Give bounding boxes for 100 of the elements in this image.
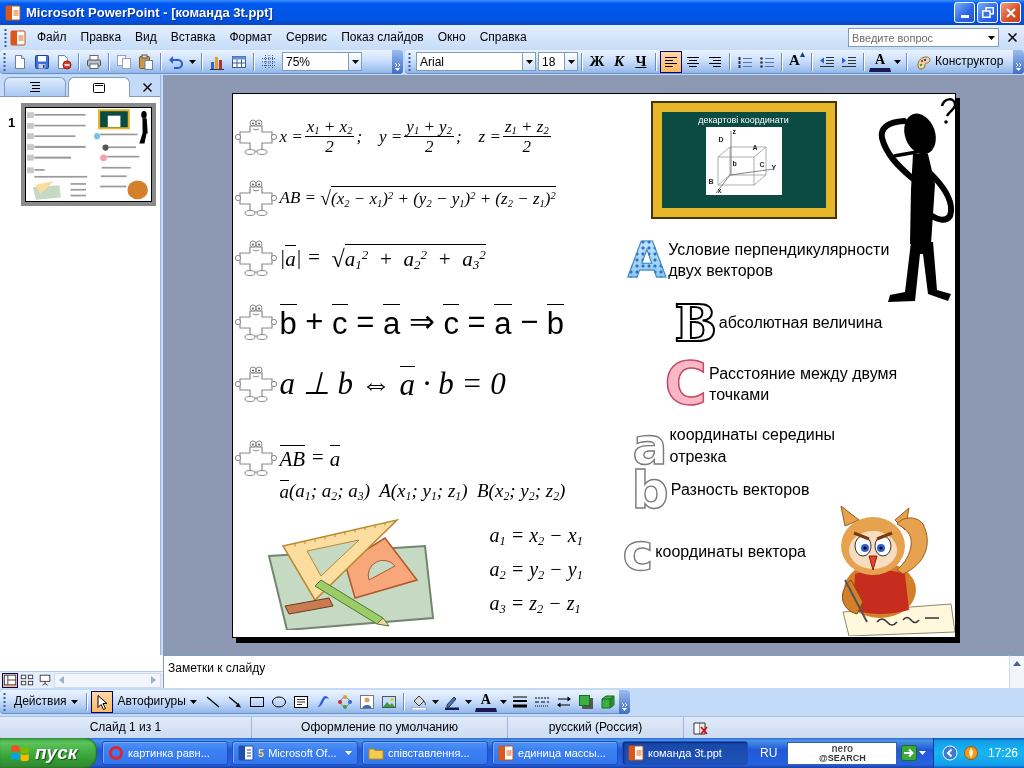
caret-icon <box>345 751 352 755</box>
draw-menu-button[interactable]: Действия <box>9 690 83 713</box>
language-indicator[interactable]: RU <box>748 745 788 761</box>
taskbar-button[interactable]: 5 Microsoft Of... <box>232 741 358 765</box>
minimize-button[interactable] <box>954 2 975 23</box>
topic-text: координаты середины отрезка <box>669 425 836 467</box>
menu-item[interactable]: Окно <box>430 27 473 48</box>
slide-number: 1 <box>8 115 16 132</box>
window-title: Microsoft PowerPoint - [команда 3t.ppt] <box>26 4 273 21</box>
underline-button[interactable]: Ч <box>630 50 652 73</box>
search-field[interactable]: nero @SEARCH <box>787 741 898 765</box>
go-button[interactable] <box>901 745 918 761</box>
formula: AB = a <box>279 445 341 470</box>
toolbar-options-button[interactable] <box>392 49 403 74</box>
font-color-button[interactable]: A <box>869 51 891 72</box>
projector-screen-icon <box>37 673 52 687</box>
font-color-button[interactable]: A <box>474 691 497 712</box>
restore-button[interactable] <box>977 2 998 23</box>
landscape-icon <box>380 693 397 710</box>
menu-item[interactable]: Формат <box>222 27 280 48</box>
toolbar-options-button[interactable] <box>1013 49 1024 74</box>
close-icon <box>143 83 152 92</box>
decorative-letter: c <box>622 529 654 575</box>
dropdown-button[interactable] <box>348 52 362 71</box>
outline-view-tab[interactable] <box>4 77 66 96</box>
caret-icon <box>499 699 507 704</box>
toolbar-options-button[interactable] <box>618 689 630 714</box>
caret-icon <box>894 59 901 64</box>
menu-item[interactable]: Показ слайдов <box>334 27 431 48</box>
topic-text: Условие перпендикулярности двух векторов <box>668 239 891 282</box>
dropdown-button[interactable] <box>564 52 578 71</box>
zoom-field[interactable]: 75% <box>282 52 348 71</box>
topic-text: координаты вектора <box>655 542 806 563</box>
logo-text: @SEARCH <box>818 753 866 763</box>
minimize-icon <box>960 15 969 18</box>
topic-text: Расстояние между двумя точками <box>709 363 899 406</box>
font-size-field[interactable]: 18 <box>538 52 564 71</box>
cube-icon <box>599 693 616 710</box>
folder-icon <box>368 745 384 761</box>
shadowed-square-icon <box>577 693 594 710</box>
presentation-icon <box>628 745 644 761</box>
right-arrow-icon <box>901 745 918 761</box>
grip-icon[interactable] <box>3 52 6 71</box>
notes-field[interactable]: Заметки к слайду <box>163 655 1009 688</box>
caret-icon <box>351 59 359 64</box>
align-left-button[interactable] <box>660 50 682 73</box>
sorter-view-button[interactable] <box>19 672 36 688</box>
portrait-icon <box>358 693 375 710</box>
caret-icon <box>189 699 197 704</box>
design-button[interactable]: Конструктор <box>911 50 1009 73</box>
autoshapes-menu-button[interactable]: Автофигуры <box>112 690 202 713</box>
flag-icon <box>10 743 30 763</box>
close-document-button[interactable] <box>1005 30 1020 45</box>
caret-icon <box>70 699 78 704</box>
close-icon <box>1005 7 1016 18</box>
palette-icon <box>916 53 932 70</box>
chevron-icon <box>620 701 628 711</box>
page-stop-icon <box>56 53 72 70</box>
menu-item[interactable]: Вставка <box>163 27 223 48</box>
presentation-icon <box>498 745 514 761</box>
save-icon <box>34 53 50 70</box>
grip-icon[interactable] <box>3 692 6 711</box>
scrollbar[interactable] <box>1009 655 1024 688</box>
clock: 17:26 <box>987 745 1018 761</box>
caret-icon <box>919 751 927 755</box>
orb-icon[interactable] <box>962 745 979 761</box>
taskbar-button[interactable]: команда 3t.ppt <box>622 741 748 765</box>
font-field[interactable]: Arial <box>416 52 522 71</box>
decorative-letter: C <box>664 359 708 410</box>
caret-icon <box>567 59 575 64</box>
slides-view-tab[interactable] <box>68 77 130 97</box>
pointer-button[interactable] <box>90 690 113 713</box>
text-box-icon <box>292 693 309 710</box>
taskbar-button[interactable]: единица массы... <box>492 741 618 765</box>
menu-item[interactable]: Сервис <box>279 27 335 48</box>
formula: AB = √(x$_{2}$ − x$_{1}$)$^{2}$ + (y$_{2}$ − y$_{1}$)$^{2}$ + (z$_{2}$ − z$_{1}$)$^{2}$ <box>279 186 556 209</box>
taskbar-button[interactable]: співставлення... <box>362 741 488 765</box>
bold-button[interactable]: Ж <box>586 50 608 73</box>
topic-text: абсолютная величина <box>718 313 883 334</box>
grow-font-button[interactable]: A <box>786 50 808 73</box>
caret-icon <box>431 699 439 704</box>
italic-button[interactable]: К <box>608 50 630 73</box>
taskbar-button[interactable]: картинка равн... <box>102 741 228 765</box>
menu-item[interactable]: Вид <box>128 27 164 48</box>
dot-ring-icon <box>336 693 353 710</box>
grip-icon[interactable] <box>408 52 411 71</box>
decorative-letter: B <box>674 301 717 345</box>
grip-icon[interactable] <box>4 28 7 47</box>
menu-item[interactable]: Файл <box>30 27 74 48</box>
close-button[interactable] <box>1000 2 1021 23</box>
right-triangle-icon <box>151 676 156 684</box>
normal-view-button[interactable] <box>2 672 19 688</box>
dropdown-button[interactable] <box>522 52 536 71</box>
menu-item[interactable]: Правка <box>73 27 129 48</box>
caret-icon <box>464 699 472 704</box>
formula: a$_{1}$ = x$_{2}$ − x$_{1}$ <box>489 523 583 547</box>
chevron-icon <box>394 61 401 71</box>
menu-item[interactable]: Справка <box>472 27 534 48</box>
topic-text: Разность векторов <box>670 480 810 501</box>
presentation-icon <box>10 29 26 46</box>
